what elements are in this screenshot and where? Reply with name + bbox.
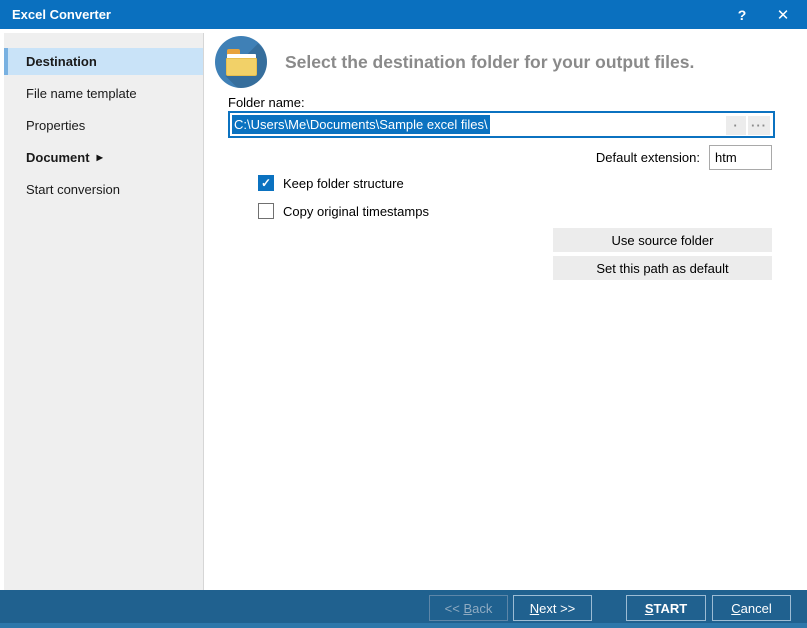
- folder-path-selected-text: C:\Users\Me\Documents\Sample excel files…: [232, 115, 490, 134]
- browse-dot-button[interactable]: ·: [726, 116, 746, 135]
- footer-bar: << Back Next >> START Cancel: [0, 590, 807, 628]
- browse-ellipsis-button[interactable]: ···: [748, 116, 770, 135]
- sidebar-item-label: Start conversion: [26, 182, 120, 197]
- excel-converter-window: Excel Converter ? ✕ Destination File nam…: [0, 0, 807, 628]
- chevron-right-icon: ▶: [97, 153, 103, 162]
- folder-name-label: Folder name:: [228, 95, 305, 110]
- folder-path-input[interactable]: C:\Users\Me\Documents\Sample excel files…: [228, 111, 775, 138]
- sidebar-item-destination[interactable]: Destination: [4, 48, 203, 75]
- default-extension-label: Default extension:: [596, 150, 700, 165]
- page-header: Select the destination folder for your o…: [215, 36, 694, 88]
- cancel-button[interactable]: Cancel: [712, 595, 791, 621]
- keep-folder-structure-checkbox[interactable]: ✓: [258, 175, 274, 191]
- page-title: Select the destination folder for your o…: [285, 52, 694, 73]
- sidebar-item-start-conversion[interactable]: Start conversion: [4, 176, 203, 203]
- help-icon[interactable]: ?: [729, 0, 755, 29]
- start-button[interactable]: START: [626, 595, 706, 621]
- default-extension-field[interactable]: [709, 145, 772, 170]
- folder-icon: [215, 36, 267, 88]
- use-source-folder-button[interactable]: Use source folder: [553, 228, 772, 252]
- next-button[interactable]: Next >>: [513, 595, 592, 621]
- sidebar-item-label: Document: [26, 150, 90, 165]
- keep-folder-structure-row: ✓ Keep folder structure: [258, 175, 404, 191]
- window-title: Excel Converter: [0, 7, 111, 22]
- keep-folder-structure-label: Keep folder structure: [283, 176, 404, 191]
- sidebar-item-file-name-template[interactable]: File name template: [4, 80, 203, 107]
- copy-original-timestamps-checkbox[interactable]: [258, 203, 274, 219]
- footer-accent-strip: [0, 623, 807, 628]
- back-button[interactable]: << Back: [429, 595, 508, 621]
- sidebar-item-label: Destination: [26, 54, 97, 69]
- main-content: Select the destination folder for your o…: [205, 29, 807, 590]
- set-path-default-button[interactable]: Set this path as default: [553, 256, 772, 280]
- close-icon[interactable]: ✕: [769, 0, 797, 29]
- copy-original-timestamps-label: Copy original timestamps: [283, 204, 429, 219]
- sidebar-item-properties[interactable]: Properties: [4, 112, 203, 139]
- title-bar: Excel Converter ? ✕: [0, 0, 807, 29]
- sidebar-item-document[interactable]: Document ▶: [4, 144, 203, 171]
- sidebar-item-label: File name template: [26, 86, 137, 101]
- sidebar-item-label: Properties: [26, 118, 85, 133]
- copy-original-timestamps-row: Copy original timestamps: [258, 203, 429, 219]
- sidebar: Destination File name template Propertie…: [4, 33, 204, 590]
